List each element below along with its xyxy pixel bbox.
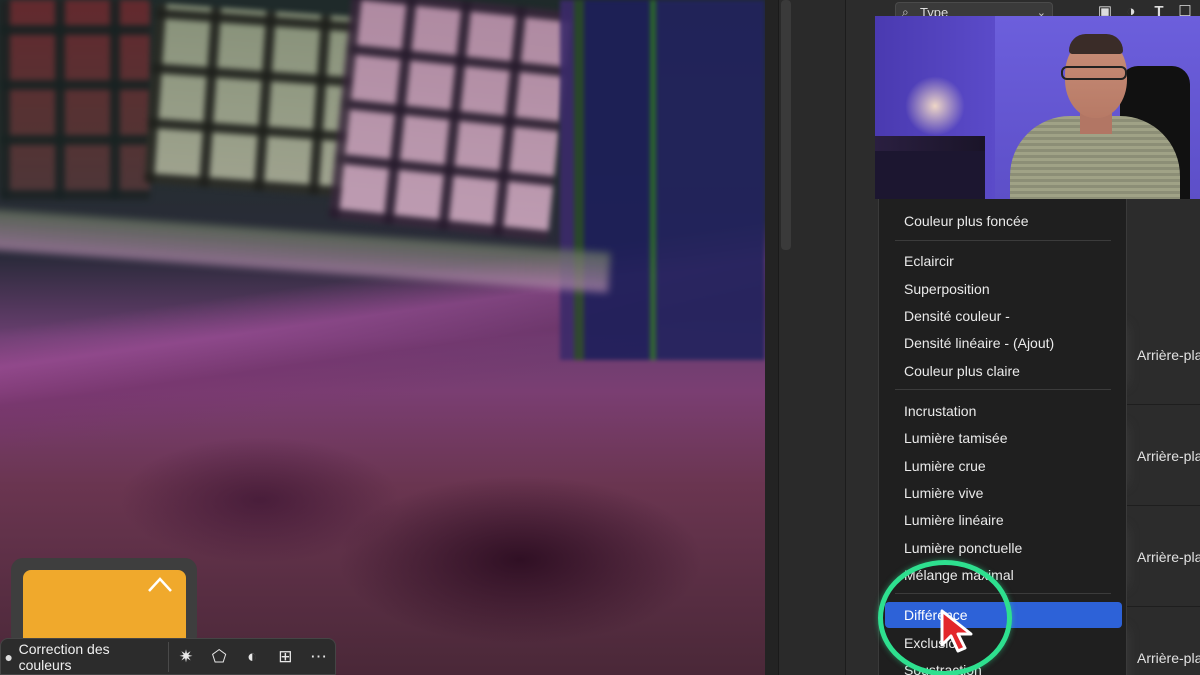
menu-item-couleur-plus-claire[interactable]: Couleur plus claire [885, 358, 1122, 384]
menu-item-lumiere-tamisee[interactable]: Lumière tamisée [885, 425, 1122, 451]
color-correction-label: Correction des couleurs [18, 640, 110, 673]
layer-row[interactable]: Arrière-pla [1127, 507, 1200, 607]
menu-item-superposition[interactable]: Superposition [885, 276, 1122, 302]
layer-row[interactable]: Arrière-pla [1127, 608, 1200, 675]
menu-item-densite-couleur[interactable]: Densité couleur - [885, 303, 1122, 329]
contextual-taskbar: ● Correction des couleurs ✷ ⬠ ◐ ⊞ ⋯ [0, 638, 336, 675]
webcam-person-hair [1069, 34, 1123, 54]
add-layer-icon[interactable]: ⊞ [269, 642, 302, 672]
layer-row[interactable]: Arrière-pla [1127, 305, 1200, 405]
panel-divider[interactable] [765, 0, 779, 675]
app-window: ⌕ Type ⌄ ▣ ◑ T ☐ Arrière-pla Arrière-pla… [0, 0, 1200, 675]
webcam-overlay [875, 16, 1200, 199]
canvas-photo-window-left [0, 0, 150, 200]
sparkle-select-icon[interactable]: ✷ [169, 642, 202, 672]
webcam-desk [875, 151, 985, 199]
menu-separator [895, 240, 1111, 241]
menu-item-lumiere-ponctuelle[interactable]: Lumière ponctuelle [885, 535, 1122, 561]
menu-item-eclaircir[interactable]: Eclaircir [885, 248, 1122, 274]
menu-separator [895, 389, 1111, 390]
layer-name: Arrière-pla [1137, 549, 1200, 565]
menu-item-lumiere-lineaire[interactable]: Lumière linéaire [885, 507, 1122, 533]
canvas-photo-doorframe [560, 0, 765, 360]
webcam-person-glasses [1061, 66, 1127, 80]
menu-item-lumiere-vive[interactable]: Lumière vive [885, 480, 1122, 506]
menu-item-lumiere-crue[interactable]: Lumière crue [885, 453, 1122, 479]
webcam-lamp [905, 76, 965, 136]
canvas-photo-window-right [328, 0, 572, 241]
color-correction-button[interactable]: ● Correction des couleurs [1, 640, 170, 673]
person-adjust-icon: ● [4, 648, 14, 665]
chevron-up-icon[interactable] [146, 575, 174, 595]
adjust-icon[interactable]: ◐ [236, 642, 269, 672]
layer-row[interactable]: Arrière-pla [1127, 406, 1200, 506]
menu-item-incrustation[interactable]: Incrustation [885, 398, 1122, 424]
cursor-arrow-icon [940, 609, 973, 653]
panel-scrollbar[interactable] [781, 0, 791, 250]
transform-icon[interactable]: ⬠ [203, 642, 236, 672]
menu-item-couleur-plus-foncee[interactable]: Couleur plus foncée [885, 208, 1122, 234]
layer-name: Arrière-pla [1137, 650, 1200, 666]
layer-name: Arrière-pla [1137, 347, 1200, 363]
layer-name: Arrière-pla [1137, 448, 1200, 464]
menu-item-densite-lineaire[interactable]: Densité linéaire - (Ajout) [885, 330, 1122, 356]
canvas-photo-window [143, 3, 357, 197]
more-icon[interactable]: ⋯ [302, 642, 335, 672]
